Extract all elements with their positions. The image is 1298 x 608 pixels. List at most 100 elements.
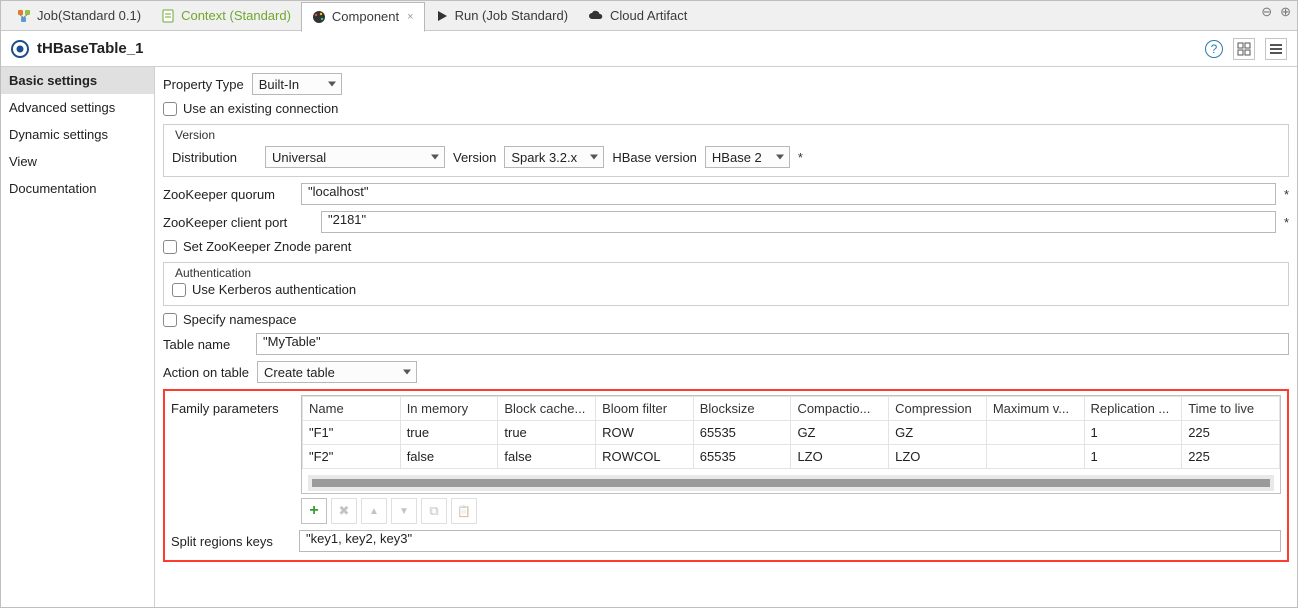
checkbox-icon (172, 283, 186, 297)
hbase-version-label: HBase version (612, 150, 697, 165)
tab-bar: Job(Standard 0.1) Context (Standard) Com… (1, 1, 1297, 31)
required-marker: * (798, 150, 803, 165)
table-cell[interactable]: true (400, 421, 498, 445)
table-row[interactable]: "F2"falsefalseROWCOL65535LZOLZO1225 (303, 445, 1280, 469)
sidebar-item-documentation[interactable]: Documentation (1, 175, 154, 202)
table-cell[interactable] (986, 421, 1084, 445)
sidebar-item-advanced-settings[interactable]: Advanced settings (1, 94, 154, 121)
hbase-version-select[interactable]: HBase 2 (705, 146, 790, 168)
remove-row-button[interactable]: ✖ (331, 498, 357, 524)
specify-namespace-label: Specify namespace (183, 312, 296, 327)
kerberos-label: Use Kerberos authentication (192, 282, 356, 297)
sidebar-item-view[interactable]: View (1, 148, 154, 175)
help-button[interactable]: ? (1205, 40, 1223, 58)
action-select[interactable]: Create table (257, 361, 417, 383)
copy-button[interactable]: ⧉ (421, 498, 447, 524)
family-parameters-label: Family parameters (171, 395, 291, 416)
set-znode-checkbox[interactable]: Set ZooKeeper Znode parent (163, 239, 1289, 254)
tab-label: Run (Job Standard) (455, 8, 568, 23)
tab-run[interactable]: Run (Job Standard) (425, 1, 578, 31)
table-cell[interactable]: 1 (1084, 445, 1182, 469)
distribution-label: Distribution (172, 150, 257, 165)
version-fieldset: Version Distribution Universal Version S… (163, 124, 1289, 177)
table-header[interactable]: Name (303, 397, 401, 421)
family-parameters-table[interactable]: NameIn memoryBlock cache...Bloom filterB… (301, 395, 1281, 494)
tab-label: Cloud Artifact (610, 8, 687, 23)
authentication-legend: Authentication (172, 266, 254, 280)
table-cell[interactable]: 1 (1084, 421, 1182, 445)
sidebar-item-dynamic-settings[interactable]: Dynamic settings (1, 121, 154, 148)
checkbox-icon (163, 240, 177, 254)
use-existing-connection-label: Use an existing connection (183, 101, 338, 116)
zk-port-label: ZooKeeper client port (163, 215, 313, 230)
table-scrollbar[interactable] (308, 475, 1274, 491)
distribution-select[interactable]: Universal (265, 146, 445, 168)
table-name-label: Table name (163, 337, 248, 352)
table-cell[interactable]: 225 (1182, 421, 1280, 445)
table-cell[interactable]: 65535 (693, 445, 791, 469)
paste-button[interactable]: 📋 (451, 498, 477, 524)
authentication-fieldset: Authentication Use Kerberos authenticati… (163, 262, 1289, 306)
table-cell[interactable]: LZO (889, 445, 987, 469)
version-legend: Version (172, 128, 218, 142)
palette-icon (312, 10, 326, 24)
property-type-select[interactable]: Built-In (252, 73, 342, 95)
title-bar: tHBaseTable_1 ? (1, 31, 1297, 67)
main-panel: Property Type Built-In Use an existing c… (155, 67, 1297, 607)
move-down-button[interactable]: ▼ (391, 498, 417, 524)
table-cell[interactable]: ROWCOL (596, 445, 694, 469)
table-header[interactable]: Bloom filter (596, 397, 694, 421)
zk-quorum-input[interactable]: "localhost" (301, 183, 1276, 205)
tab-component[interactable]: Component × (301, 2, 425, 32)
page-title: tHBaseTable_1 (37, 40, 143, 57)
table-cell[interactable]: "F2" (303, 445, 401, 469)
tab-cloud-artifact[interactable]: Cloud Artifact (578, 1, 697, 31)
table-cell[interactable]: false (400, 445, 498, 469)
table-header[interactable]: Compactio... (791, 397, 889, 421)
table-row[interactable]: "F1"truetrueROW65535GZGZ1225 (303, 421, 1280, 445)
table-cell[interactable]: false (498, 445, 596, 469)
close-icon[interactable]: × (407, 11, 413, 23)
tab-job[interactable]: Job(Standard 0.1) (7, 1, 151, 31)
table-cell[interactable]: ROW (596, 421, 694, 445)
grid-view-button[interactable] (1233, 38, 1255, 60)
table-cell[interactable]: "F1" (303, 421, 401, 445)
table-header[interactable]: Time to live (1182, 397, 1280, 421)
split-regions-input[interactable]: "key1, key2, key3" (299, 530, 1281, 552)
table-cell[interactable]: true (498, 421, 596, 445)
table-cell[interactable]: 65535 (693, 421, 791, 445)
table-cell[interactable]: LZO (791, 445, 889, 469)
checkbox-icon (163, 102, 177, 116)
minimize-button[interactable]: ⊖ (1261, 4, 1272, 20)
required-marker: * (1284, 215, 1289, 230)
table-header[interactable]: In memory (400, 397, 498, 421)
add-row-button[interactable]: + (301, 498, 327, 524)
table-header[interactable]: Blocksize (693, 397, 791, 421)
table-cell[interactable] (986, 445, 1084, 469)
table-name-input[interactable]: "MyTable" (256, 333, 1289, 355)
table-header[interactable]: Maximum v... (986, 397, 1084, 421)
table-cell[interactable]: 225 (1182, 445, 1280, 469)
play-icon (435, 9, 449, 23)
table-cell[interactable]: GZ (889, 421, 987, 445)
tab-label: Component (332, 9, 399, 24)
sidebar-item-basic-settings[interactable]: Basic settings (1, 67, 154, 94)
maximize-button[interactable]: ⊕ (1280, 4, 1291, 20)
move-up-button[interactable]: ▲ (361, 498, 387, 524)
tab-context[interactable]: Context (Standard) (151, 1, 301, 31)
specify-namespace-checkbox[interactable]: Specify namespace (163, 312, 1289, 327)
table-header[interactable]: Compression (889, 397, 987, 421)
table-header[interactable]: Block cache... (498, 397, 596, 421)
version-label: Version (453, 150, 496, 165)
table-header[interactable]: Replication ... (1084, 397, 1182, 421)
window-buttons: ⊖ ⊕ (1261, 4, 1291, 20)
zk-port-input[interactable]: "2181" (321, 211, 1276, 233)
use-existing-connection-checkbox[interactable]: Use an existing connection (163, 101, 1289, 116)
version-select[interactable]: Spark 3.2.x (504, 146, 604, 168)
kerberos-checkbox[interactable]: Use Kerberos authentication (172, 282, 1280, 297)
highlighted-region: Family parameters NameIn memoryBlock cac… (163, 389, 1289, 562)
property-type-label: Property Type (163, 77, 244, 92)
tab-label: Context (Standard) (181, 8, 291, 23)
table-cell[interactable]: GZ (791, 421, 889, 445)
list-view-button[interactable] (1265, 38, 1287, 60)
